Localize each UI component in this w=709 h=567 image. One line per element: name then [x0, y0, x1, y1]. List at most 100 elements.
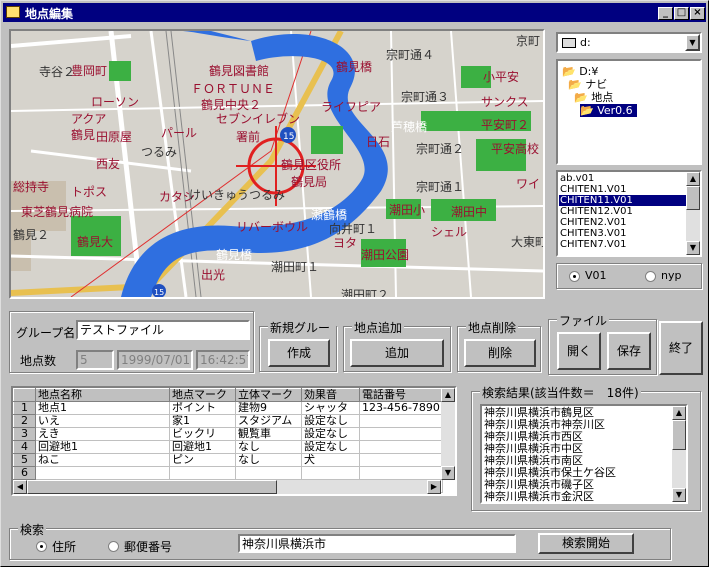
- row-header[interactable]: 6: [13, 466, 36, 480]
- column-header[interactable]: 地点マーク: [169, 388, 236, 402]
- cell-mark[interactable]: ポイント: [169, 401, 236, 415]
- folder-item[interactable]: 📂 地点: [574, 91, 613, 104]
- folder-tree[interactable]: 📂 D:¥ 📂 ナビ 📂 地点 📂 Ver0.6: [556, 59, 702, 165]
- hscroll-thumb[interactable]: [27, 480, 277, 494]
- file-item[interactable]: CHITEN12.V01: [559, 206, 699, 217]
- v01-radio[interactable]: [569, 271, 580, 282]
- scroll-left-icon[interactable]: ◀: [13, 480, 27, 494]
- cell-name[interactable]: 地点1: [35, 401, 170, 415]
- add-button[interactable]: 追加: [350, 339, 444, 367]
- scroll-right-icon[interactable]: ▶: [427, 480, 441, 494]
- scroll-down-icon[interactable]: ▼: [672, 488, 686, 502]
- column-header[interactable]: 立体マーク: [235, 388, 302, 402]
- cell-sound[interactable]: 犬: [301, 453, 360, 467]
- cell-sound[interactable]: 設定なし: [301, 414, 360, 428]
- results-list[interactable]: 神奈川県横浜市鶴見区 神奈川県横浜市神奈川区 神奈川県横浜市西区 神奈川県横浜市…: [480, 404, 688, 504]
- cell-tel[interactable]: [359, 427, 443, 441]
- cell-name[interactable]: いえ: [35, 414, 170, 428]
- cell-tel[interactable]: [359, 466, 443, 480]
- results-scrollbar[interactable]: ▲ ▼: [672, 406, 686, 502]
- table-row[interactable]: 1 地点1 ポイント 建物9 シャッタ 123-456-7890: [13, 401, 443, 415]
- cell-tel[interactable]: [359, 453, 443, 467]
- row-header[interactable]: 2: [13, 414, 36, 428]
- cell-mark[interactable]: [169, 466, 236, 480]
- row-header[interactable]: 3: [13, 427, 36, 441]
- address-radio[interactable]: [36, 541, 47, 552]
- open-button[interactable]: 開く: [557, 332, 601, 370]
- maximize-button[interactable]: □: [674, 7, 689, 20]
- postal-radio[interactable]: [108, 541, 119, 552]
- cell-name[interactable]: 回避地1: [35, 440, 170, 454]
- file-item[interactable]: CHITEN2.V01: [559, 217, 699, 228]
- cell-sound[interactable]: 設定なし: [301, 427, 360, 441]
- row-header[interactable]: 1: [13, 401, 36, 415]
- result-item[interactable]: 神奈川県横浜市金沢区: [483, 491, 685, 503]
- column-header[interactable]: 効果音: [301, 388, 360, 402]
- file-item-selected[interactable]: CHITEN11.V01: [559, 195, 699, 206]
- table-vscrollbar[interactable]: ▲ ▼: [441, 388, 455, 480]
- search-input[interactable]: 神奈川県横浜市: [238, 534, 516, 553]
- scroll-up-icon[interactable]: ▲: [441, 388, 455, 402]
- close-button[interactable]: ×: [690, 7, 705, 20]
- column-header[interactable]: 地点名称: [35, 388, 170, 402]
- nyp-radio[interactable]: [645, 271, 656, 282]
- title-bar[interactable]: 地点編集 _ □ ×: [3, 3, 706, 22]
- chevron-down-icon[interactable]: ▼: [685, 34, 700, 51]
- row-header[interactable]: 5: [13, 453, 36, 467]
- map-view[interactable]: 寺谷２ 豊岡町 ローソン アクア 鶴見 田原屋 西友 トポス 総持寺 東芝鶴見病…: [9, 29, 545, 299]
- table-row[interactable]: 4 回避地1 回避地1 なし 設定なし: [13, 440, 443, 454]
- scroll-thumb[interactable]: [686, 186, 700, 210]
- cell-name[interactable]: [35, 466, 170, 480]
- table-row[interactable]: 5 ねこ ピン なし 犬: [13, 453, 443, 467]
- folder-item[interactable]: 📂 ナビ: [568, 78, 607, 91]
- save-button[interactable]: 保存: [607, 332, 651, 370]
- table-row[interactable]: 3 えき ビックリ 観覧車 設定なし: [13, 427, 443, 441]
- cell-mark[interactable]: 家1: [169, 414, 236, 428]
- scroll-thumb[interactable]: [672, 420, 686, 450]
- cell-tel[interactable]: [359, 414, 443, 428]
- file-item[interactable]: ab.v01: [559, 173, 699, 184]
- file-list[interactable]: ab.v01 CHITEN1.V01 CHITEN11.V01 CHITEN12…: [556, 170, 702, 257]
- group-name-input[interactable]: テストファイル: [76, 320, 250, 340]
- exit-button[interactable]: 終了: [659, 321, 703, 375]
- table-hscrollbar[interactable]: ◀ ▶: [13, 480, 441, 494]
- file-legend: ファイル: [557, 312, 610, 329]
- row-header[interactable]: 4: [13, 440, 36, 454]
- cell-sound[interactable]: シャッタ: [301, 401, 360, 415]
- table-row[interactable]: 2 いえ 家1 スタジアム 設定なし: [13, 414, 443, 428]
- cell-sound[interactable]: [301, 466, 360, 480]
- file-list-scrollbar[interactable]: ▲ ▼: [686, 172, 700, 255]
- file-item[interactable]: CHITEN1.V01: [559, 184, 699, 195]
- cell-solid[interactable]: 建物9: [235, 401, 302, 415]
- table-row[interactable]: 6: [13, 466, 443, 480]
- search-button[interactable]: 検索開始: [538, 533, 634, 554]
- cell-tel[interactable]: [359, 440, 443, 454]
- cell-name[interactable]: えき: [35, 427, 170, 441]
- map-canvas[interactable]: 寺谷２ 豊岡町 ローソン アクア 鶴見 田原屋 西友 トポス 総持寺 東芝鶴見病…: [11, 31, 543, 297]
- cell-solid[interactable]: なし: [235, 440, 302, 454]
- minimize-button[interactable]: _: [658, 7, 673, 20]
- cell-solid[interactable]: なし: [235, 453, 302, 467]
- cell-mark[interactable]: ピン: [169, 453, 236, 467]
- cell-mark[interactable]: ビックリ: [169, 427, 236, 441]
- create-button[interactable]: 作成: [268, 339, 330, 367]
- cell-tel[interactable]: 123-456-7890: [359, 401, 443, 415]
- scroll-down-icon[interactable]: ▼: [441, 466, 455, 480]
- file-item[interactable]: CHITEN3.V01: [559, 228, 699, 239]
- cell-solid[interactable]: スタジアム: [235, 414, 302, 428]
- file-item[interactable]: CHITEN7.V01: [559, 239, 699, 250]
- cell-solid[interactable]: 観覧車: [235, 427, 302, 441]
- delete-button[interactable]: 削除: [464, 339, 536, 367]
- cell-mark[interactable]: 回避地1: [169, 440, 236, 454]
- cell-solid[interactable]: [235, 466, 302, 480]
- scroll-up-icon[interactable]: ▲: [672, 406, 686, 420]
- column-header[interactable]: 電話番号: [359, 388, 443, 402]
- scroll-up-icon[interactable]: ▲: [686, 172, 700, 186]
- drive-select[interactable]: d: ▼: [556, 32, 702, 53]
- folder-item[interactable]: 📂 D:¥: [562, 65, 598, 78]
- cell-name[interactable]: ねこ: [35, 453, 170, 467]
- scroll-down-icon[interactable]: ▼: [686, 241, 700, 255]
- points-table[interactable]: 地点名称 地点マーク 立体マーク 効果音 電話番号 1 地点1 ポイント 建物9…: [11, 386, 457, 496]
- folder-item-selected[interactable]: 📂 Ver0.6: [580, 104, 637, 117]
- cell-sound[interactable]: 設定なし: [301, 440, 360, 454]
